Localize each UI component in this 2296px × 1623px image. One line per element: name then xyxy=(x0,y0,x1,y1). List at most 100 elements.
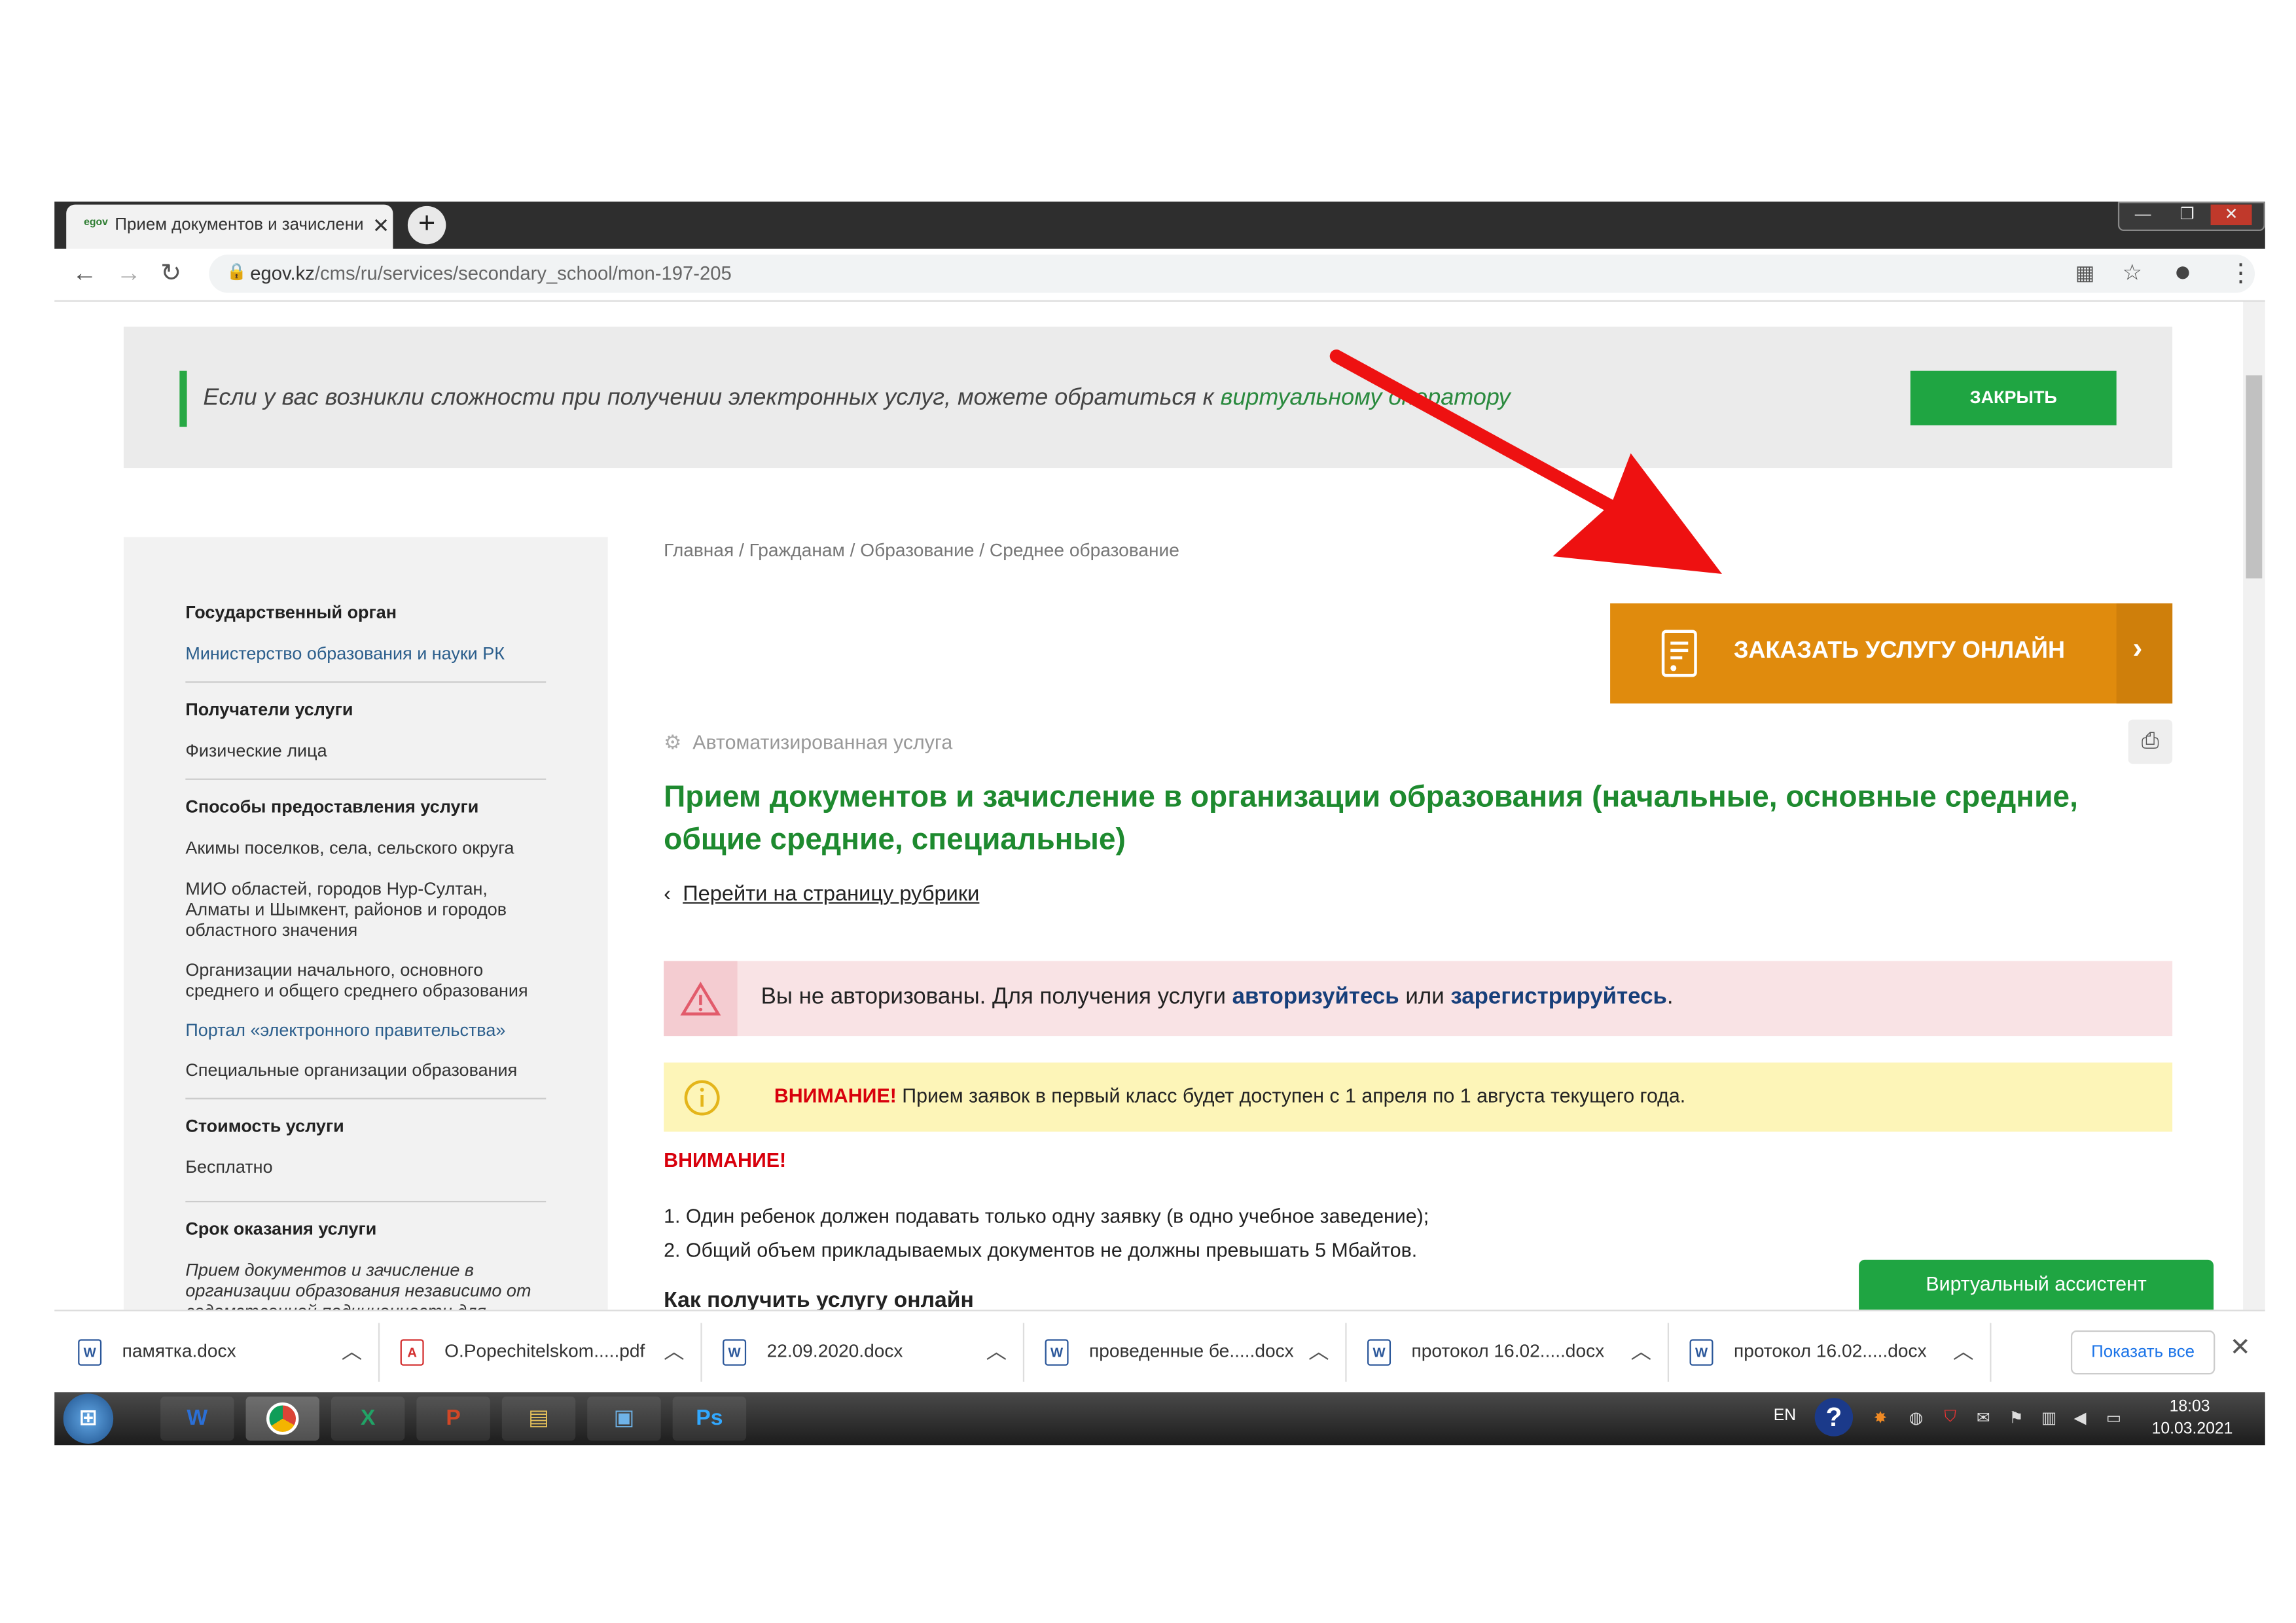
divider xyxy=(185,1200,547,1203)
window-controls: — ❐ ✕ xyxy=(2117,202,2265,232)
network-icon[interactable]: ▥ xyxy=(2041,1408,2056,1427)
login-link[interactable]: авторизуйтесь xyxy=(1232,984,1399,1009)
download-filename: O.Popechitelskom.....pdf xyxy=(444,1340,645,1362)
virtual-assistant-button[interactable]: Виртуальный ассистент xyxy=(1859,1259,2214,1310)
method-item: Организации начального, основного средне… xyxy=(185,959,528,1001)
url-bar[interactable]: 🔒 egov.kz/cms/ru/services/secondary_scho… xyxy=(209,255,2255,293)
tab-close-icon[interactable]: ✕ xyxy=(372,213,389,238)
gov-value-link[interactable]: Министерство образования и науки РК xyxy=(185,643,553,664)
download-item[interactable]: W памятка.docx ︿ xyxy=(54,1311,375,1394)
howto-heading: Как получить услугу онлайн xyxy=(664,1287,974,1310)
bookmark-star-icon[interactable]: ☆ xyxy=(2123,259,2142,285)
image-viewer-icon[interactable]: ▣ xyxy=(587,1397,661,1441)
cost-heading: Стоимость услуги xyxy=(185,1115,344,1137)
tray-app-icon[interactable]: ◍ xyxy=(1909,1408,1924,1427)
maximize-icon[interactable]: ❐ xyxy=(2166,205,2208,225)
word-file-icon: W xyxy=(1045,1339,1069,1366)
method-item: МИО областей, городов Нур-Султан, Алматы… xyxy=(185,878,507,940)
back-icon[interactable]: ← xyxy=(72,259,97,289)
warning-triangle-icon xyxy=(680,982,721,1016)
chevron-up-icon[interactable]: ︿ xyxy=(1631,1336,1651,1366)
minimize-icon[interactable]: — xyxy=(2123,205,2164,225)
new-tab-button[interactable]: + xyxy=(407,205,446,245)
language-indicator[interactable]: EN xyxy=(1774,1407,1796,1425)
method-item-portal-link[interactable]: Портал «электронного правительства» xyxy=(185,1020,553,1040)
download-item[interactable]: W проведенные бе.....docx ︿ xyxy=(1022,1311,1342,1394)
document-form-icon xyxy=(1661,630,1697,677)
flag-icon[interactable]: ⚑ xyxy=(2009,1408,2024,1427)
chevron-up-icon[interactable]: ︿ xyxy=(1308,1336,1329,1366)
printer-icon: ⎙ xyxy=(2141,728,2159,754)
chevron-up-icon[interactable]: ︿ xyxy=(664,1336,684,1366)
notice-text-body: Если у вас возникли сложности при получе… xyxy=(203,385,1221,411)
download-item[interactable]: W протокол 16.02.....docx ︿ xyxy=(1344,1311,1664,1394)
download-item[interactable]: A O.Popechitelskom.....pdf ︿ xyxy=(377,1311,698,1394)
chevron-up-icon[interactable]: ︿ xyxy=(342,1336,362,1366)
help-icon[interactable]: ? xyxy=(1814,1398,1854,1436)
address-toolbar: ← → ↻ 🔒 egov.kz/cms/ru/services/secondar… xyxy=(54,249,2265,302)
chevron-up-icon[interactable]: ︿ xyxy=(1953,1336,1973,1366)
tab-title: Прием документов и зачислени xyxy=(115,216,364,234)
clock-time[interactable]: 18:03 xyxy=(2170,1398,2210,1416)
word-file-icon: W xyxy=(1367,1339,1391,1366)
recipients-heading: Получатели услуги xyxy=(185,699,353,720)
rule-item: 1. Один ребенок должен подавать только о… xyxy=(664,1205,1429,1228)
download-filename: протокол 16.02.....docx xyxy=(1733,1340,1927,1362)
reload-icon[interactable]: ↻ xyxy=(160,259,181,289)
close-downloads-icon[interactable]: ✕ xyxy=(2230,1333,2251,1363)
service-info-sidebar: Государственный орган Министерство образ… xyxy=(123,537,608,1310)
url-text: egov.kz/cms/ru/services/secondary_school… xyxy=(250,262,732,284)
qr-code-icon[interactable]: ▦ xyxy=(2075,260,2095,285)
order-service-online-button[interactable]: ЗАКАЗАТЬ УСЛУГУ ОНЛАЙН › xyxy=(1610,603,2173,704)
clock-date[interactable]: 10.03.2021 xyxy=(2152,1420,2233,1438)
photoshop-app-icon[interactable]: Ps xyxy=(672,1397,747,1441)
methods-heading: Способы предоставления услуги xyxy=(185,796,479,817)
tray-app-icon[interactable]: ✉ xyxy=(1977,1408,1990,1427)
info-alert-text: ВНИМАНИЕ! Прием заявок в первый класс бу… xyxy=(774,1084,1685,1107)
show-all-downloads-button[interactable]: Показать все xyxy=(2070,1330,2215,1375)
auth-alert: Вы не авторизованы. Для получения услуги… xyxy=(664,961,2173,1037)
automated-service-label: ⚙ Автоматизированная услуга xyxy=(664,732,952,755)
breadcrumb[interactable]: Главная / Гражданам / Образование / Сред… xyxy=(664,540,1179,560)
term-heading: Срок оказания услуги xyxy=(185,1218,377,1240)
forward-icon[interactable]: → xyxy=(117,259,141,289)
download-filename: протокол 16.02.....docx xyxy=(1411,1340,1605,1362)
scrollbar-thumb[interactable] xyxy=(2246,375,2263,579)
download-filename: 22.09.2020.docx xyxy=(766,1340,903,1362)
menu-dots-icon[interactable]: ⋮ xyxy=(2229,259,2253,289)
word-app-icon[interactable]: W xyxy=(160,1397,234,1441)
power-icon[interactable]: ▭ xyxy=(2106,1408,2121,1427)
downloads-bar: W памятка.docx ︿ A O.Popechitelskom.....… xyxy=(54,1310,2265,1394)
chrome-app-icon[interactable] xyxy=(245,1397,319,1441)
register-link[interactable]: зарегистрируйтесь xyxy=(1450,984,1667,1009)
cost-value: Бесплатно xyxy=(185,1156,273,1177)
warning-message: Прием заявок в первый класс будет доступ… xyxy=(896,1084,1686,1107)
close-notice-button[interactable]: ЗАКРЫТЬ xyxy=(1910,370,2117,425)
order-button-label: ЗАКАЗАТЬ УСЛУГУ ОНЛАЙН xyxy=(1733,638,2065,664)
divider xyxy=(185,778,547,780)
antivirus-icon[interactable]: ⛉ xyxy=(1945,1408,1957,1427)
download-item[interactable]: W 22.09.2020.docx ︿ xyxy=(699,1311,1020,1394)
window-close-icon[interactable]: ✕ xyxy=(2210,204,2252,226)
start-button-icon[interactable]: ⊞ xyxy=(63,1393,114,1444)
pdf-file-icon: A xyxy=(400,1339,424,1366)
browser-tab[interactable]: egov Прием документов и зачислени ✕ xyxy=(66,204,393,249)
rubric-page-link[interactable]: ‹ Перейти на страницу рубрики xyxy=(664,883,979,906)
volume-icon[interactable]: ◀ xyxy=(2073,1408,2086,1427)
file-explorer-icon[interactable]: ▤ xyxy=(501,1397,576,1441)
page-scrollbar[interactable] xyxy=(2243,301,2265,1310)
powerpoint-app-icon[interactable]: P xyxy=(416,1397,490,1441)
download-filename: проведенные бе.....docx xyxy=(1089,1340,1294,1362)
info-circle-icon xyxy=(684,1080,720,1116)
chevron-up-icon[interactable]: ︿ xyxy=(986,1336,1007,1366)
print-button[interactable]: ⎙ xyxy=(2128,719,2173,764)
tray-app-icon[interactable]: ✸ xyxy=(1874,1408,1888,1427)
excel-app-icon[interactable]: X xyxy=(331,1397,405,1441)
download-item[interactable]: W протокол 16.02.....docx ︿ xyxy=(1666,1311,1987,1394)
order-arrow-area xyxy=(2116,603,2173,704)
profile-icon[interactable]: ● xyxy=(2174,256,2191,290)
word-file-icon: W xyxy=(723,1339,747,1366)
red-annotation-arrow-icon xyxy=(1329,349,1723,575)
method-item: Акимы поселков, села, сельского округа xyxy=(185,837,514,859)
rubric-link-text: Перейти на страницу рубрики xyxy=(683,883,980,907)
